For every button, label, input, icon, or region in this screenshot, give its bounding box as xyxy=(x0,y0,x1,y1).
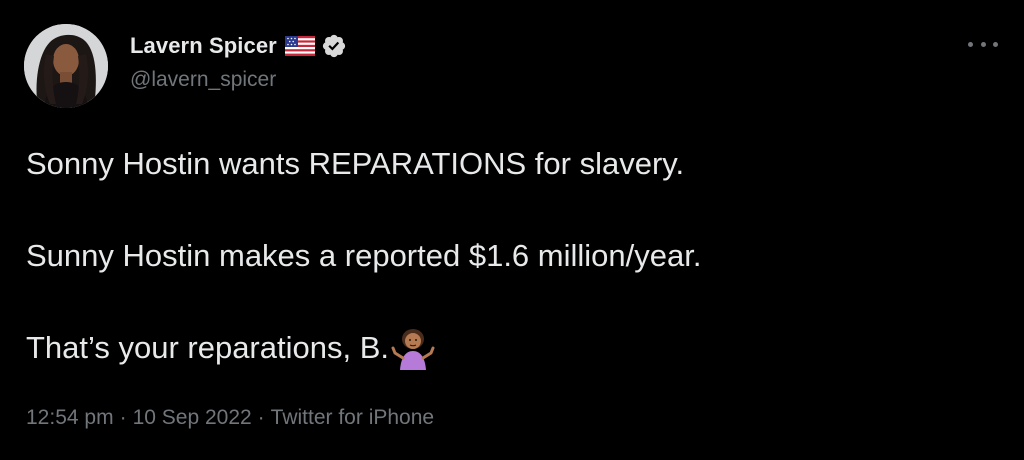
tweet-text: Sonny Hostin wants REPARATIONS for slave… xyxy=(26,142,986,370)
person-shrugging-icon xyxy=(391,326,435,370)
separator: · xyxy=(119,406,127,429)
tweet-line: That’s your reparations, B. xyxy=(26,330,389,365)
us-flag-icon xyxy=(284,36,315,56)
tweet-meta: 12:54 pm · 10 Sep 2022 · Twitter for iPhone xyxy=(26,406,434,430)
separator: · xyxy=(257,406,265,429)
dot-icon xyxy=(980,41,986,47)
dot-icon xyxy=(968,41,973,47)
avatar[interactable] xyxy=(24,24,108,108)
tweet-card: Lavern Spicer @lavern_spicer Sonny Hosti… xyxy=(0,0,1024,460)
name-row: Lavern Spicer xyxy=(130,30,347,62)
dot-icon xyxy=(993,41,998,47)
tweet-source[interactable]: Twitter for iPhone xyxy=(271,406,434,429)
more-options-icon[interactable] xyxy=(968,36,998,52)
author-header: Lavern Spicer @lavern_spicer xyxy=(130,30,347,92)
tweet-time[interactable]: 12:54 pm xyxy=(26,406,114,429)
tweet-line: Sonny Hostin wants REPARATIONS for slave… xyxy=(26,146,685,181)
tweet-date[interactable]: 10 Sep 2022 xyxy=(133,406,252,429)
tweet-line-last: That’s your reparations, B. xyxy=(26,326,986,370)
handle[interactable]: @lavern_spicer xyxy=(130,68,347,92)
avatar-image xyxy=(24,24,108,108)
display-name[interactable]: Lavern Spicer xyxy=(130,33,277,59)
tweet-line: Sunny Hostin makes a reported $1.6 milli… xyxy=(26,238,702,273)
verified-badge-icon[interactable] xyxy=(321,33,347,59)
